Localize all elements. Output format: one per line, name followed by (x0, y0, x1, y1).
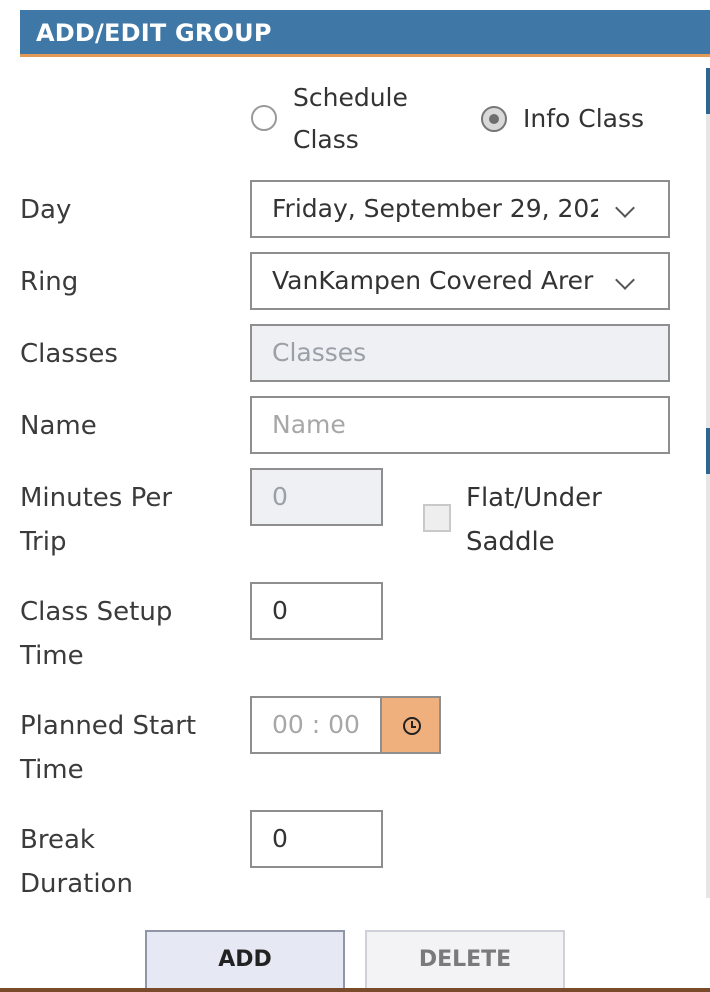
class-setup-time-label-line2: Time (20, 641, 84, 671)
classes-placeholder: Classes (272, 338, 367, 367)
name-placeholder: Name (272, 410, 346, 439)
ring-select[interactable]: VanKampen Covered Arer (250, 252, 670, 310)
bottom-divider (0, 988, 710, 992)
right-edge-marker-bottom (706, 428, 710, 474)
break-duration-value: 0 (272, 824, 288, 853)
chevron-down-icon (615, 198, 635, 218)
planned-start-time-label-line2: Time (20, 755, 84, 785)
flat-under-saddle-label-line1: Flat/Under (466, 483, 602, 513)
schedule-class-label-line1: Schedule (293, 83, 408, 112)
day-select[interactable]: Friday, September 29, 202 (250, 180, 670, 238)
class-setup-time-input[interactable]: 0 (250, 582, 383, 640)
panel-header: ADD/EDIT GROUP (20, 10, 710, 57)
info-class-label: Info Class (523, 104, 645, 133)
flat-under-saddle-checkbox[interactable] (423, 504, 451, 532)
minutes-per-trip-input[interactable]: 0 (250, 468, 383, 526)
clock-icon (403, 717, 421, 735)
day-select-value: Friday, September 29, 202 (272, 194, 598, 223)
planned-start-time-input[interactable]: 00 : 00 (250, 696, 382, 754)
class-setup-time-label-line1: Class Setup (20, 597, 173, 627)
minutes-per-trip-label-line2: Trip (20, 527, 67, 557)
break-duration-input[interactable]: 0 (250, 810, 383, 868)
planned-start-time-placeholder: 00 : 00 (272, 710, 360, 739)
classes-label: Classes (20, 339, 118, 369)
delete-button[interactable]: DELETE (365, 930, 565, 990)
add-button[interactable]: ADD (145, 930, 345, 990)
add-edit-group-panel: ADD/EDIT GROUP Schedule Class Info Class… (0, 0, 710, 992)
minutes-per-trip-value: 0 (272, 482, 288, 511)
name-label: Name (20, 411, 97, 441)
minutes-per-trip-label-line1: Minutes Per (20, 483, 173, 513)
panel-title: ADD/EDIT GROUP (36, 19, 272, 47)
classes-input[interactable]: Classes (250, 324, 670, 382)
info-class-radio[interactable] (481, 106, 507, 132)
right-scroll-edge (706, 68, 710, 898)
right-edge-marker-top (706, 68, 710, 114)
schedule-class-label-line2: Class (293, 125, 359, 154)
break-duration-label-line1: Break (20, 825, 95, 855)
ring-label: Ring (20, 267, 79, 297)
time-picker-button[interactable] (380, 696, 441, 754)
chevron-down-icon (615, 270, 635, 290)
name-input[interactable]: Name (250, 396, 670, 454)
break-duration-label-line2: Duration (20, 869, 133, 899)
ring-select-value: VanKampen Covered Arer (272, 266, 594, 295)
class-setup-time-value: 0 (272, 596, 288, 625)
planned-start-time-label-line1: Planned Start (20, 711, 197, 741)
day-label: Day (20, 195, 72, 225)
schedule-class-radio[interactable] (251, 105, 277, 131)
flat-under-saddle-label-line2: Saddle (466, 527, 555, 557)
